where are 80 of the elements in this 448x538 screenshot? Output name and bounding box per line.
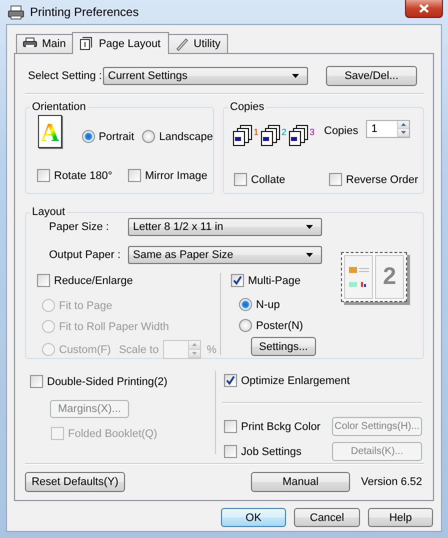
dialog-button[interactable]: Cancel [294, 508, 360, 527]
scale-label: Scale to [118, 344, 159, 356]
checkbox-label: Multi-Page [248, 274, 301, 286]
checkbox-label: Print Bckg Color [241, 420, 320, 432]
spin-up-button[interactable] [188, 341, 200, 350]
dialog-button[interactable]: OK [221, 508, 286, 527]
up-arrow-icon [192, 343, 197, 346]
reduce-enlarge-checkbox[interactable] [37, 274, 50, 287]
printer-icon [23, 38, 37, 47]
page-icon [80, 36, 92, 50]
copies-checkbox[interactable] [329, 173, 342, 186]
radio-label: Fit to Page [59, 300, 112, 312]
checkmark-icon [225, 375, 236, 386]
radio-label: Custom(F) [59, 344, 111, 356]
job-settings-checkbox[interactable] [224, 445, 237, 458]
radio-label: Fit to Roll Paper Width [59, 320, 170, 332]
copies-checkbox[interactable] [234, 173, 247, 186]
pen-icon [176, 38, 188, 51]
group-title: Layout [31, 206, 66, 218]
checkbox-label: Folded Booklet(Q) [68, 428, 158, 440]
paper-size-dropdown[interactable]: Letter 8 1/2 x 11 in [128, 218, 322, 236]
orientation-radio[interactable] [82, 130, 95, 143]
caret-icon [292, 74, 299, 78]
window-title: Printing Preferences [30, 5, 139, 19]
portrait-page-icon: A [38, 115, 62, 148]
caret-icon [306, 253, 313, 257]
field-label: Select Setting : [28, 70, 103, 82]
orientation-radio[interactable] [142, 130, 156, 143]
down-arrow-icon [401, 131, 406, 134]
field-label: Output Paper : [49, 249, 122, 261]
checkmark-icon [232, 275, 243, 286]
checkbox-label: Optimize Enlargement [241, 374, 350, 386]
close-button[interactable] [405, 0, 443, 18]
print-background-checkbox[interactable] [224, 420, 237, 433]
radio-label: Landscape [159, 130, 213, 142]
save-delete-button[interactable]: Save/Del... [326, 66, 417, 86]
percent-label: % [206, 344, 216, 356]
group-title: Orientation [31, 101, 87, 113]
radio-label: Portrait [98, 130, 134, 142]
checkbox-label: Job Settings [241, 446, 302, 458]
caret-icon [306, 225, 313, 229]
checkbox-label: Collate [251, 174, 286, 186]
up-arrow-icon [401, 123, 406, 126]
checkbox-label: Double-Sided Printing(2) [47, 376, 168, 388]
checkbox-label: Reverse Order [346, 174, 418, 186]
field-label: Paper Size : [49, 221, 110, 233]
radio-label: N-up [256, 298, 280, 310]
spin-down-button[interactable] [398, 129, 410, 137]
printer-icon [8, 5, 24, 19]
tab[interactable]: Utility [168, 34, 228, 53]
version-label: Version 6.52 [361, 476, 422, 488]
multi-page-radio[interactable] [239, 319, 252, 332]
scale-field[interactable] [162, 340, 201, 359]
thumbnail-icon [348, 267, 368, 287]
settings-button[interactable]: Settings... [251, 337, 316, 356]
spin-up-button[interactable] [398, 121, 410, 129]
dialog-button[interactable]: Help [368, 508, 433, 527]
multi-page-checkbox[interactable] [231, 274, 244, 287]
checkbox-label: Reduce/Enlarge [54, 274, 133, 286]
group-title: Copies [229, 101, 266, 113]
orientation-checkbox[interactable] [128, 169, 141, 182]
copies-field[interactable]: 1 [366, 120, 410, 138]
page-number: 2 [382, 263, 396, 291]
reset-defaults-button[interactable]: Reset Defaults(Y) [25, 472, 125, 492]
down-arrow-icon [192, 352, 197, 355]
radio-label: Poster(N) [256, 320, 304, 332]
orientation-checkbox[interactable] [37, 169, 50, 182]
optimize-enlargement-checkbox[interactable] [224, 374, 237, 387]
manual-button[interactable]: Manual [251, 472, 350, 492]
close-icon [419, 4, 429, 13]
copies-label: Copies [324, 124, 358, 136]
tab[interactable]: Page Layout [72, 32, 169, 54]
tab[interactable]: Main [16, 34, 73, 53]
double-sided-checkbox[interactable] [30, 375, 43, 388]
settings-dropdown[interactable]: Current Settings [103, 67, 308, 85]
checkbox-label: Mirror Image [145, 170, 208, 182]
copies-input[interactable]: 1 [367, 121, 398, 137]
multi-page-radio[interactable] [239, 298, 252, 311]
output-paper-dropdown[interactable]: Same as Paper Size [128, 246, 322, 264]
checkbox-label: Rotate 180° [54, 170, 112, 182]
